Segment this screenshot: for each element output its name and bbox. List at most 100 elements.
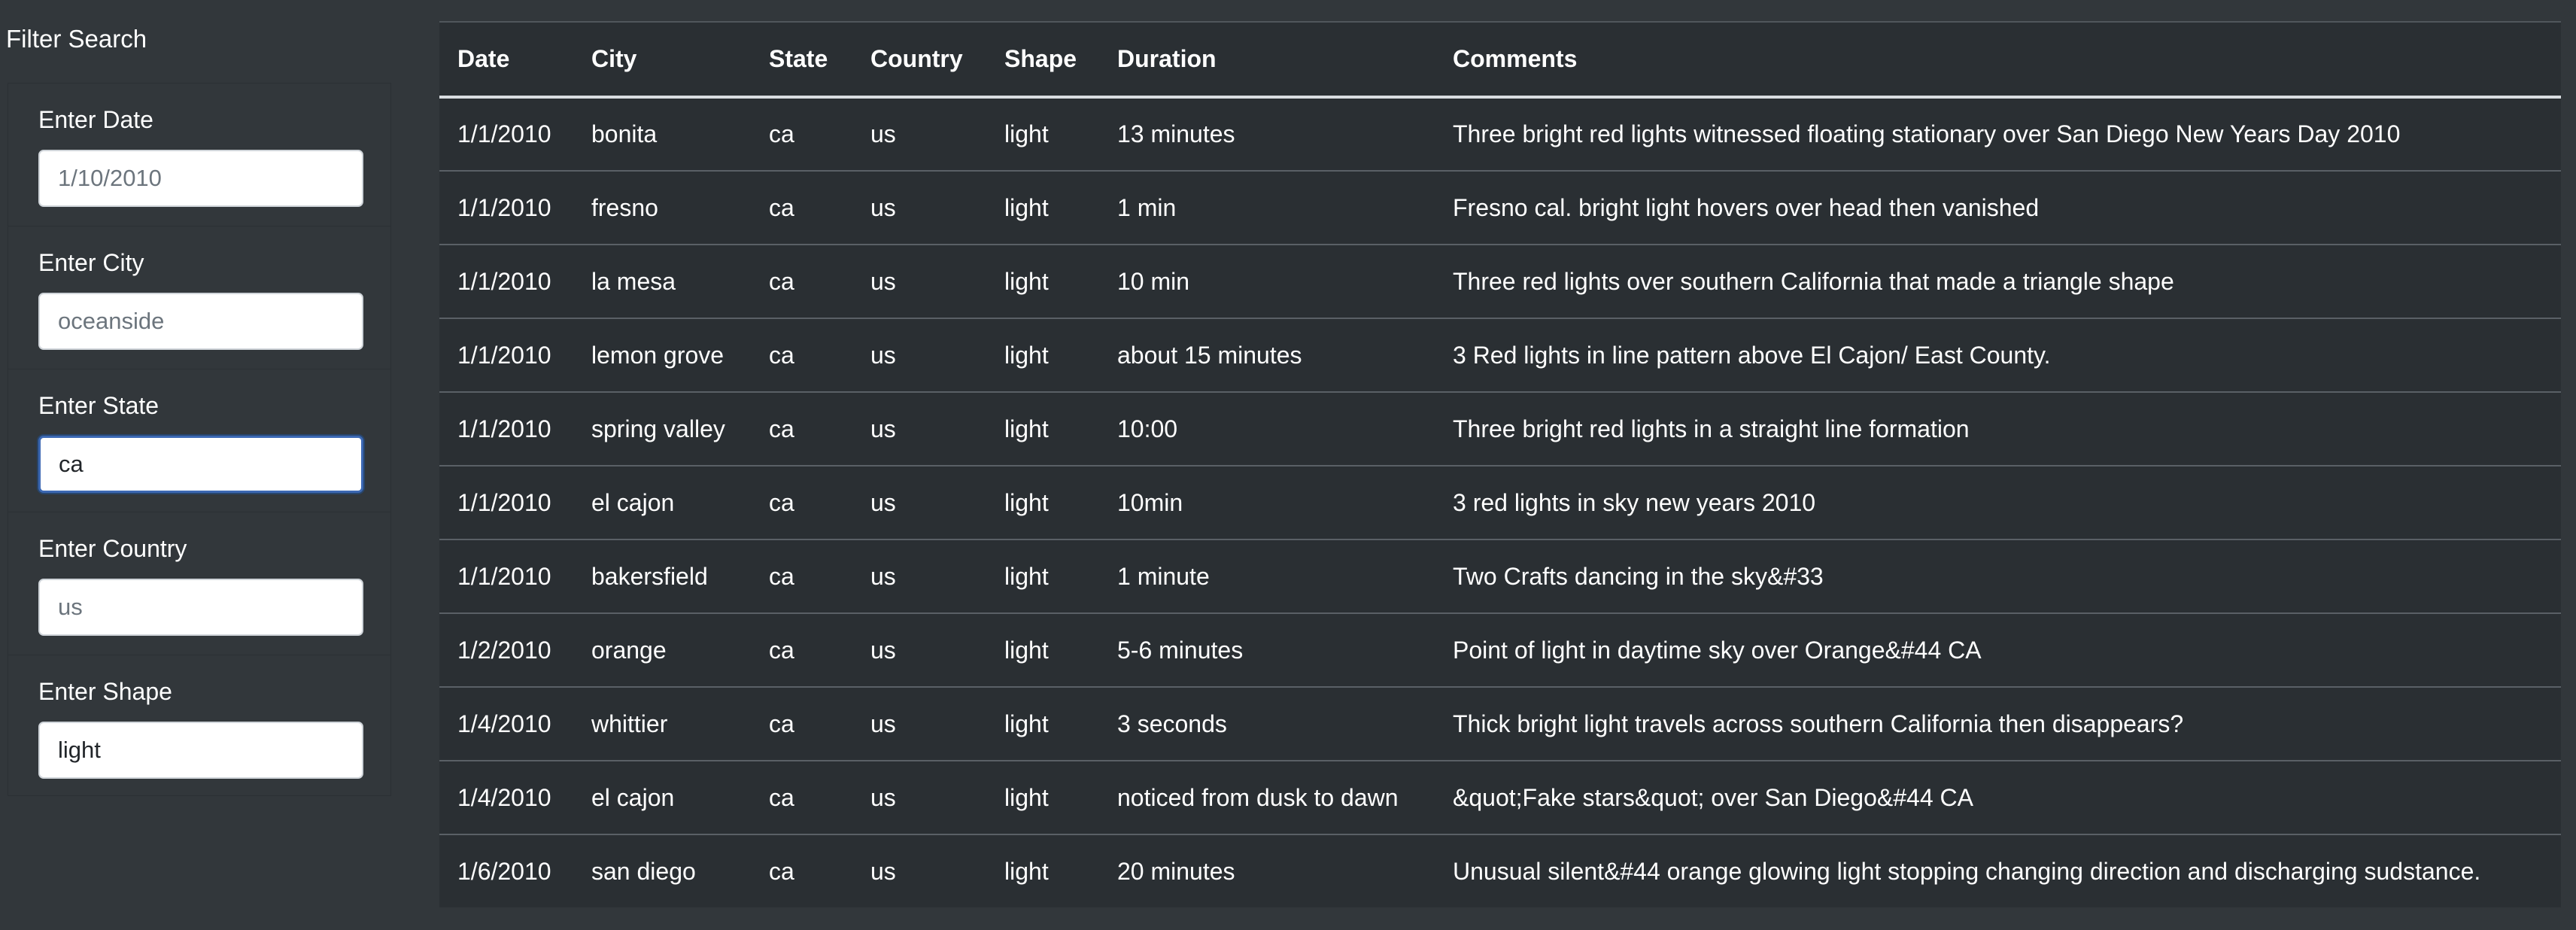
cell-date: 1/1/2010 xyxy=(457,562,551,590)
cell-duration: 3 seconds xyxy=(1117,710,1227,737)
cell-duration: about 15 minutes xyxy=(1117,341,1302,369)
cell-date: 1/6/2010 xyxy=(457,858,551,885)
cell-duration: 10min xyxy=(1117,488,1183,516)
cell-comments: Thick bright light travels across southe… xyxy=(1453,710,2184,737)
table-row: 1/2/2010 orange ca us light 5-6 minutes … xyxy=(439,613,2561,687)
shape-input[interactable] xyxy=(38,722,363,779)
cell-country: us xyxy=(870,415,896,442)
cell-state: ca xyxy=(769,636,794,664)
country-input[interactable] xyxy=(38,579,363,636)
cell-city: san diego xyxy=(591,858,696,885)
cell-state: ca xyxy=(769,562,794,590)
cell-state: ca xyxy=(769,488,794,516)
ufo-table: Date City State Country Shape Duration C… xyxy=(439,21,2561,908)
cell-shape: light xyxy=(1004,488,1049,516)
cell-duration: 13 minutes xyxy=(1117,120,1235,147)
cell-date: 1/1/2010 xyxy=(457,120,551,147)
cell-city: la mesa xyxy=(591,267,676,295)
city-input[interactable] xyxy=(38,293,363,350)
cell-shape: light xyxy=(1004,341,1049,369)
cell-city: el cajon xyxy=(591,783,675,811)
cell-comments: 3 red lights in sky new years 2010 xyxy=(1453,488,1816,516)
filter-label-country: Enter Country xyxy=(38,535,187,562)
cell-country: us xyxy=(870,562,896,590)
column-header-country: Country xyxy=(870,45,963,72)
cell-comments: Three bright red lights witnessed floati… xyxy=(1453,120,2401,147)
cell-shape: light xyxy=(1004,562,1049,590)
cell-state: ca xyxy=(769,415,794,442)
cell-date: 1/2/2010 xyxy=(457,636,551,664)
table-row: 1/4/2010 el cajon ca us light noticed fr… xyxy=(439,761,2561,834)
cell-city: bakersfield xyxy=(591,562,708,590)
table-row: 1/4/2010 whittier ca us light 3 seconds … xyxy=(439,687,2561,761)
cell-country: us xyxy=(870,636,896,664)
filter-item-shape: Enter Shape xyxy=(8,655,390,798)
filter-item-date: Enter Date xyxy=(8,84,390,226)
table-row: 1/1/2010 fresno ca us light 1 min Fresno… xyxy=(439,171,2561,245)
cell-comments: Point of light in daytime sky over Orang… xyxy=(1453,636,1982,664)
cell-comments: 3 Red lights in line pattern above El Ca… xyxy=(1453,341,2051,369)
table-body: 1/1/2010 bonita ca us light 13 minutes T… xyxy=(439,97,2561,908)
cell-duration: noticed from dusk to dawn xyxy=(1117,783,1399,811)
cell-state: ca xyxy=(769,858,794,885)
app-root: Filter Search Enter Date Enter City Ente… xyxy=(0,0,2576,930)
cell-shape: light xyxy=(1004,636,1049,664)
filter-item-city: Enter City xyxy=(8,226,390,369)
cell-comments: Unusual silent&#44 orange glowing light … xyxy=(1453,858,2481,885)
column-header-city: City xyxy=(591,45,637,72)
cell-date: 1/4/2010 xyxy=(457,783,551,811)
cell-state: ca xyxy=(769,341,794,369)
filter-item-state: Enter State xyxy=(8,369,390,512)
cell-comments: Two Crafts dancing in the sky&#33 xyxy=(1453,562,1824,590)
cell-country: us xyxy=(870,341,896,369)
cell-country: us xyxy=(870,710,896,737)
cell-shape: light xyxy=(1004,120,1049,147)
filter-label-city: Enter City xyxy=(38,249,144,276)
state-input[interactable] xyxy=(38,436,363,493)
cell-city: lemon grove xyxy=(591,341,724,369)
cell-country: us xyxy=(870,267,896,295)
cell-comments: Three red lights over southern Californi… xyxy=(1453,267,2174,295)
filter-item-country: Enter Country xyxy=(8,512,390,655)
cell-duration: 1 min xyxy=(1117,193,1177,221)
cell-date: 1/1/2010 xyxy=(457,193,551,221)
cell-state: ca xyxy=(769,193,794,221)
table-row: 1/6/2010 san diego ca us light 20 minute… xyxy=(439,834,2561,908)
cell-duration: 1 minute xyxy=(1117,562,1210,590)
cell-duration: 10 min xyxy=(1117,267,1190,295)
cell-shape: light xyxy=(1004,710,1049,737)
filter-label-shape: Enter Shape xyxy=(38,678,172,705)
cell-country: us xyxy=(870,858,896,885)
cell-state: ca xyxy=(769,710,794,737)
cell-city: el cajon xyxy=(591,488,675,516)
cell-shape: light xyxy=(1004,415,1049,442)
cell-duration: 5-6 minutes xyxy=(1117,636,1244,664)
cell-state: ca xyxy=(769,267,794,295)
cell-city: orange xyxy=(591,636,667,664)
table-row: 1/1/2010 spring valley ca us light 10:00… xyxy=(439,392,2561,466)
cell-duration: 20 minutes xyxy=(1117,858,1235,885)
cell-date: 1/1/2010 xyxy=(457,341,551,369)
cell-duration: 10:00 xyxy=(1117,415,1178,442)
column-header-date: Date xyxy=(457,45,510,72)
date-input[interactable] xyxy=(38,150,363,207)
column-header-comments: Comments xyxy=(1453,45,1578,72)
cell-shape: light xyxy=(1004,783,1049,811)
cell-country: us xyxy=(870,193,896,221)
table-row: 1/1/2010 la mesa ca us light 10 min Thre… xyxy=(439,245,2561,318)
cell-date: 1/1/2010 xyxy=(457,488,551,516)
cell-date: 1/1/2010 xyxy=(457,267,551,295)
column-header-state: State xyxy=(769,45,828,72)
filter-label-state: Enter State xyxy=(38,392,159,419)
column-header-shape: Shape xyxy=(1004,45,1077,72)
table-row: 1/1/2010 el cajon ca us light 10min 3 re… xyxy=(439,466,2561,539)
column-header-duration: Duration xyxy=(1117,45,1217,72)
cell-city: whittier xyxy=(591,710,668,737)
cell-comments: &quot;Fake stars&quot; over San Diego&#4… xyxy=(1453,783,1973,811)
ufo-table-container: Date City State Country Shape Duration C… xyxy=(439,21,2561,907)
filter-label-date: Enter Date xyxy=(38,106,153,133)
filter-list: Enter Date Enter City Enter State Enter … xyxy=(8,83,391,796)
cell-state: ca xyxy=(769,120,794,147)
cell-shape: light xyxy=(1004,193,1049,221)
table-header-row: Date City State Country Shape Duration C… xyxy=(439,22,2561,97)
